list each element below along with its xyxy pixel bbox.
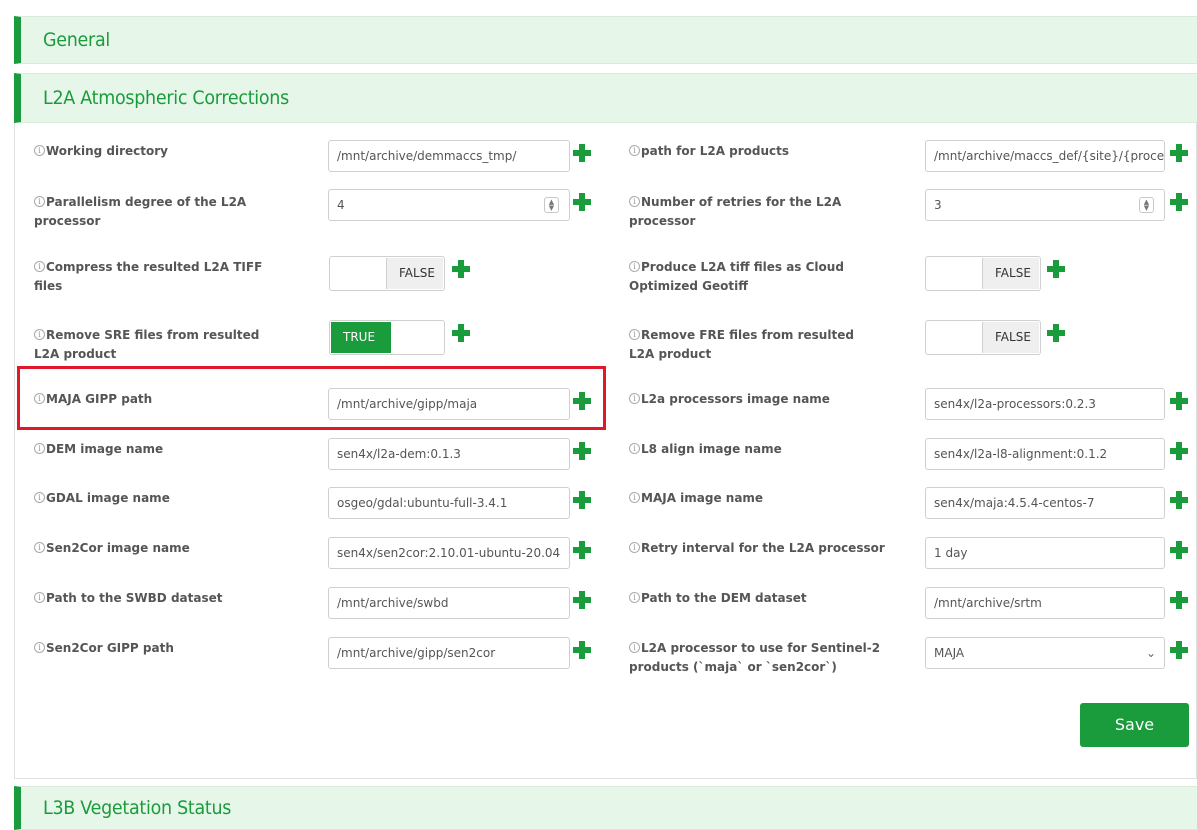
plus-icon[interactable] [573, 591, 591, 609]
info-icon: i [629, 542, 640, 553]
info-icon: i [629, 393, 640, 404]
section-l2a-header[interactable]: L2A Atmospheric Corrections [14, 73, 1197, 123]
info-icon: i [34, 642, 45, 653]
info-icon: i [34, 261, 45, 272]
info-icon: i [629, 642, 640, 653]
plus-icon[interactable] [1047, 324, 1065, 342]
retry-interval-label: i Retry interval for the L2A processor [629, 539, 889, 558]
remove-fre-toggle[interactable]: FALSE [925, 320, 1041, 355]
plus-icon[interactable] [1170, 442, 1188, 460]
path-l2a-products-input[interactable]: /mnt/archive/maccs_def/{site}/{processor… [925, 140, 1165, 172]
save-button[interactable]: Save [1080, 703, 1189, 747]
l2a-processor-select-label: i L2A processor to use for Sentinel-2 pro… [629, 641, 881, 674]
parallelism-degree-label: i Parallelism degree of the L2A processor [34, 195, 247, 228]
info-icon: i [629, 196, 640, 207]
info-icon: i [34, 492, 45, 503]
cloud-optimized-label: i Produce L2A tiff files as Cloud Optimiz… [629, 260, 844, 293]
plus-icon[interactable] [1170, 144, 1188, 162]
info-icon: i [629, 443, 640, 454]
maja-image-input[interactable]: sen4x/maja:4.5.4-centos-7 [925, 487, 1165, 519]
plus-icon[interactable] [1170, 491, 1188, 509]
compress-tiff-toggle[interactable]: FALSE [329, 256, 445, 291]
plus-icon[interactable] [452, 324, 470, 342]
chevron-down-icon[interactable]: ⌄ [1146, 638, 1156, 668]
gdal-image-input[interactable]: osgeo/gdal:ubuntu-full-3.4.1 [328, 487, 570, 519]
sen2cor-gipp-path-input[interactable]: /mnt/archive/gipp/sen2cor [328, 637, 570, 669]
l2a-processors-image-input[interactable]: sen4x/l2a-processors:0.2.3 [925, 388, 1165, 420]
sen2cor-image-input[interactable]: sen4x/sen2cor:2.10.01-ubuntu-20.04 [328, 537, 570, 569]
cloud-optimized-toggle[interactable]: FALSE [925, 256, 1041, 291]
working-directory-input[interactable]: /mnt/archive/demmaccs_tmp/ [328, 140, 570, 172]
parallelism-degree-stepper[interactable]: 4 ▲ ▼ [328, 189, 570, 221]
info-icon: i [34, 542, 45, 553]
plus-icon[interactable] [573, 442, 591, 460]
l8-align-image-input[interactable]: sen4x/l2a-l8-alignment:0.1.2 [925, 438, 1165, 470]
number-of-retries-label: i Number of retries for the L2A processor [629, 195, 842, 228]
working-directory-label: i Working directory [34, 142, 294, 161]
number-of-retries-value: 3 [934, 198, 942, 212]
plus-icon[interactable] [1170, 541, 1188, 559]
plus-icon[interactable] [1170, 392, 1188, 410]
toggle-state: TRUE [331, 322, 391, 353]
spinner-icon[interactable]: ▲ ▼ [1139, 197, 1154, 213]
plus-icon[interactable] [573, 541, 591, 559]
section-general-header[interactable]: General [14, 16, 1197, 64]
plus-icon[interactable] [1170, 591, 1188, 609]
swbd-path-label: i Path to the SWBD dataset [34, 589, 294, 608]
path-l2a-products-label: i path for L2A products [629, 142, 889, 161]
info-icon: i [34, 443, 45, 454]
maja-image-label: i MAJA image name [629, 489, 889, 508]
section-l3b-title: L3B Vegetation Status [43, 797, 232, 819]
toggle-state: FALSE [982, 322, 1039, 353]
dem-image-input[interactable]: sen4x/l2a-dem:0.1.3 [328, 438, 570, 470]
info-icon: i [629, 329, 640, 340]
l2a-processors-image-label: i L2a processors image name [629, 390, 889, 409]
toggle-state: FALSE [982, 258, 1039, 289]
dem-dataset-path-input[interactable]: /mnt/archive/srtm [925, 587, 1165, 619]
retry-interval-input[interactable]: 1 day [925, 537, 1165, 569]
plus-icon[interactable] [1170, 641, 1188, 659]
info-icon: i [34, 592, 45, 603]
info-icon: i [629, 145, 640, 156]
dem-image-label: i DEM image name [34, 440, 294, 459]
info-icon: i [34, 329, 45, 340]
l2a-processor-select[interactable]: MAJA ⌄ [925, 637, 1165, 669]
remove-sre-toggle[interactable]: TRUE [329, 320, 445, 355]
swbd-path-input[interactable]: /mnt/archive/swbd [328, 587, 570, 619]
plus-icon[interactable] [573, 144, 591, 162]
toggle-state: FALSE [386, 258, 443, 289]
plus-icon[interactable] [573, 491, 591, 509]
parallelism-degree-value: 4 [337, 198, 345, 212]
spinner-icon[interactable]: ▲ ▼ [544, 197, 559, 213]
compress-tiff-label: i Compress the resulted L2A TIFF files [34, 260, 263, 293]
plus-icon[interactable] [1047, 260, 1065, 278]
plus-icon[interactable] [1170, 193, 1188, 211]
sen2cor-gipp-path-label: i Sen2Cor GIPP path [34, 639, 294, 658]
section-general-title: General [43, 29, 110, 51]
gdal-image-label: i GDAL image name [34, 489, 294, 508]
info-icon: i [629, 261, 640, 272]
dem-dataset-path-label: i Path to the DEM dataset [629, 589, 889, 608]
info-icon: i [629, 492, 640, 503]
plus-icon[interactable] [573, 193, 591, 211]
plus-icon[interactable] [573, 641, 591, 659]
section-l3b-header[interactable]: L3B Vegetation Status [14, 786, 1197, 830]
highlight-box [17, 366, 606, 430]
remove-fre-label: i Remove FRE files from resulted L2A prod… [629, 328, 854, 361]
plus-icon[interactable] [452, 260, 470, 278]
l2a-processor-selected-value: MAJA [934, 646, 965, 660]
sen2cor-image-label: i Sen2Cor image name [34, 539, 294, 558]
number-of-retries-stepper[interactable]: 3 ▲ ▼ [925, 189, 1165, 221]
l8-align-image-label: i L8 align image name [629, 440, 889, 459]
info-icon: i [629, 592, 640, 603]
remove-sre-label: i Remove SRE files from resulted L2A prod… [34, 328, 260, 361]
info-icon: i [34, 145, 45, 156]
info-icon: i [34, 196, 45, 207]
section-l2a-title: L2A Atmospheric Corrections [43, 87, 289, 109]
